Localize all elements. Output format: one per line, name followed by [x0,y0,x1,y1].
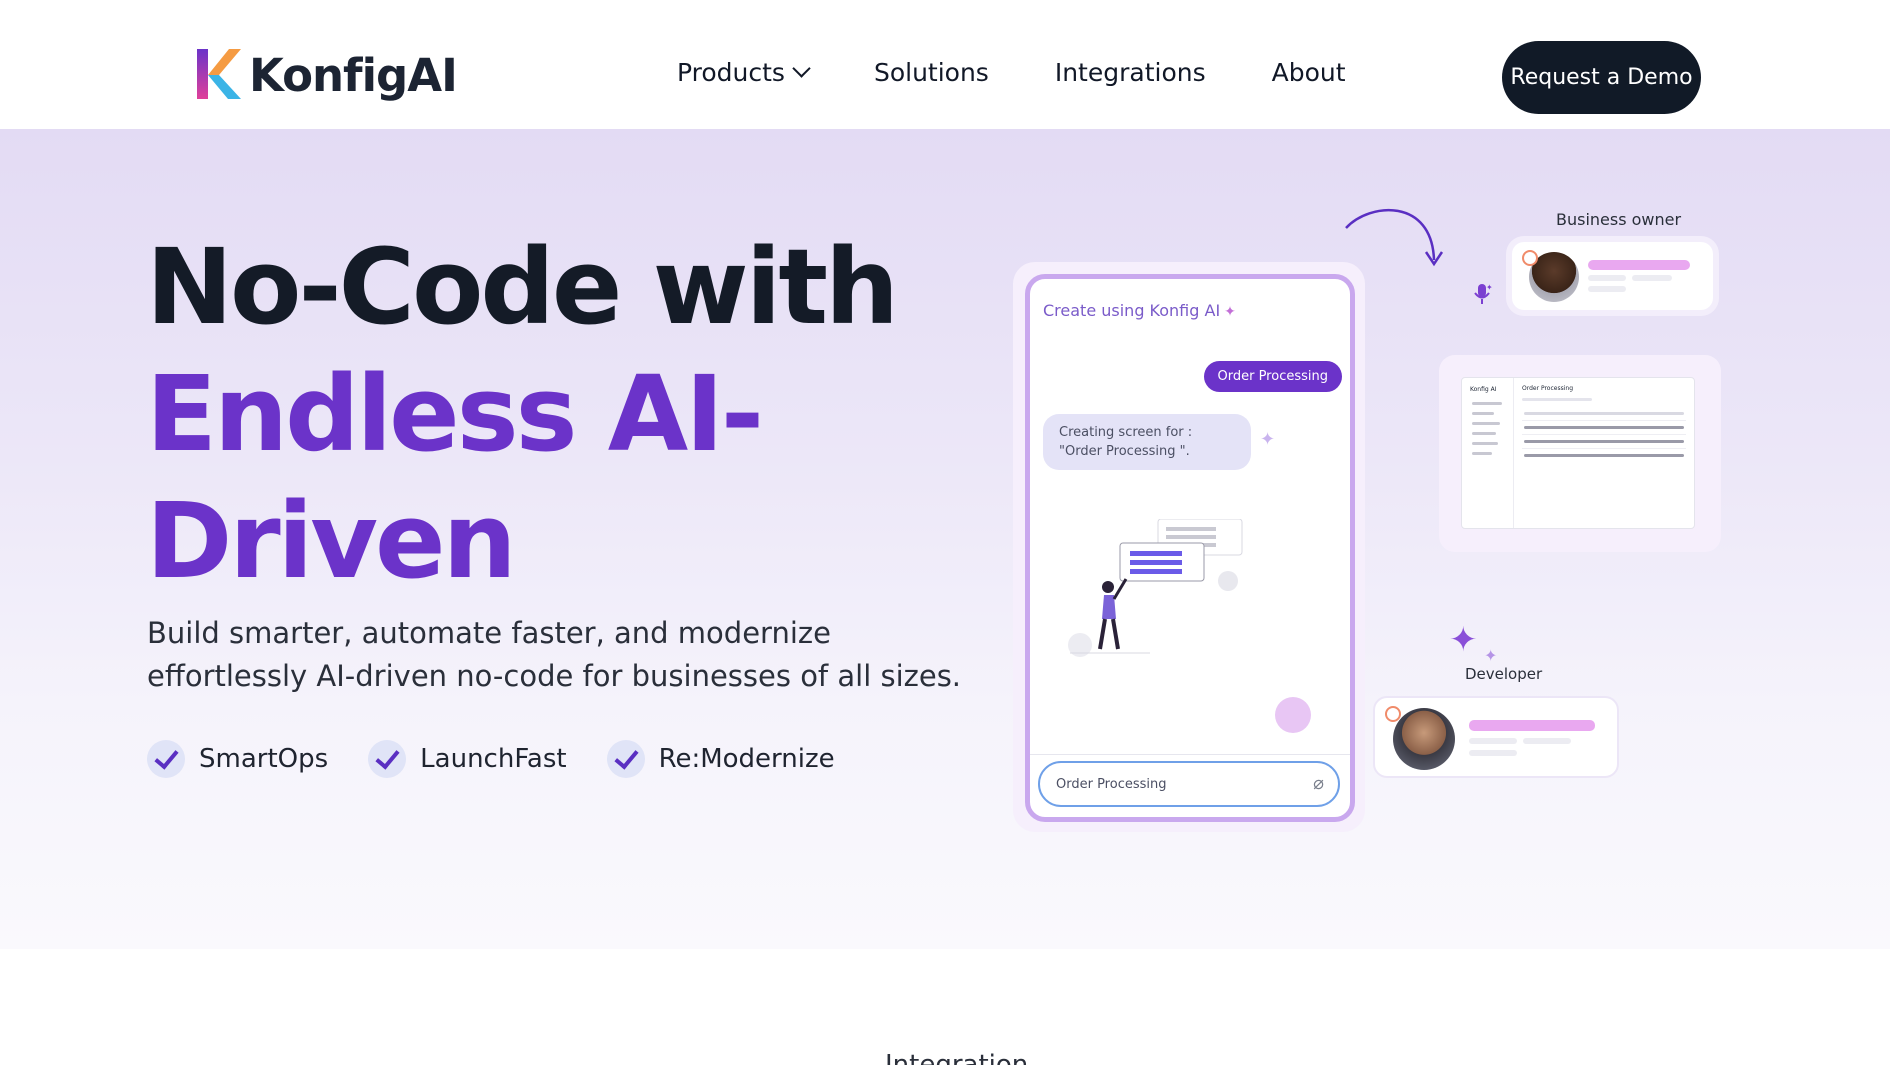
chat-input[interactable]: Order Processing ⌀ [1038,761,1340,807]
developer-label: Developer [1465,665,1543,683]
placeholder-bar [1469,720,1595,731]
feature-label: Re:Modernize [658,744,835,774]
feature-label: SmartOps [199,744,329,774]
chat-input-value: Order Processing [1056,776,1167,792]
chat-bot-message: Creating screen for : "Order Processing … [1043,414,1251,470]
mini-table-cells [1524,440,1684,443]
headline-line-1: No-Code with [146,226,899,348]
chevron-down-icon [792,59,811,78]
konfig-logo-icon [197,49,241,99]
feature-remodernize: Re:Modernize [606,740,835,778]
badge-icon [1385,706,1401,722]
nav-about-label: About [1271,58,1346,87]
sparkle-icon: ✦ [1449,621,1478,659]
feature-launchfast: LaunchFast [368,740,567,778]
mini-table-row [1522,434,1686,435]
divider [1030,754,1350,755]
placeholder-bar [1588,275,1626,281]
mini-nav-line [1472,442,1498,445]
placeholder-bar [1588,286,1626,292]
mini-nav-line [1472,432,1496,435]
main-nav: Products Solutions Integrations About [677,58,1346,87]
svg-text:✦: ✦ [1486,283,1492,292]
mini-table-row [1522,420,1686,421]
feature-list: SmartOps LaunchFast Re:Modernize [147,740,875,778]
brand-logo[interactable]: KonfigAI [195,47,458,103]
phone-title-text: Create using Konfig AI [1043,301,1221,320]
woman-presenting-illustration [1068,519,1243,657]
integration-section-label: Integration [885,1050,1029,1065]
mini-nav-line [1472,452,1492,455]
mini-table-cells [1524,426,1684,429]
phone-title: Create using Konfig AI ✦ [1043,301,1236,320]
mini-table-row [1522,448,1686,449]
paperclip-icon[interactable]: ⌀ [1313,773,1324,794]
mini-nav-line [1472,412,1494,415]
mini-table-cells [1524,454,1684,457]
sparkle-icon: ✦ [1224,304,1236,320]
nav-products[interactable]: Products [677,58,811,87]
mini-sidebar: Konfig AI [1462,378,1514,528]
developer-card [1373,696,1619,778]
sparkle-icon: ✦ [1260,429,1276,449]
mini-title: Order Processing [1522,385,1573,392]
nav-about[interactable]: About [1272,58,1346,87]
placeholder-bar [1469,738,1517,744]
check-icon [147,740,185,778]
sparkle-icon: ✦ [1484,648,1498,665]
feature-smartops: SmartOps [147,740,328,778]
mini-brand: Konfig AI [1470,386,1497,393]
chat-user-message: Order Processing [1203,361,1342,392]
mini-search [1522,398,1592,401]
brand-name: KonfigAI [249,48,458,102]
mini-header-row [1524,412,1684,415]
placeholder-bar [1632,275,1672,281]
badge-icon [1522,250,1538,266]
curved-arrow-icon [1345,209,1444,267]
developer-avatar [1393,708,1455,770]
feature-label: LaunchFast [420,744,567,774]
nav-solutions[interactable]: Solutions [874,58,989,87]
placeholder-bar [1523,738,1571,744]
hero-subtitle: Build smarter, automate faster, and mode… [147,616,962,693]
nav-integrations-label: Integrations [1054,58,1206,87]
check-icon [606,740,645,778]
nav-integrations[interactable]: Integrations [1055,58,1206,87]
microphone-icon: ✦ [1474,283,1492,304]
headline-line-3: Driven [146,480,517,602]
nav-solutions-label: Solutions [873,58,989,87]
dashboard-preview: Konfig AI Order Processing [1461,377,1695,529]
site-header: KonfigAI Products Solutions Integrations… [0,0,1890,129]
placeholder-bar [1469,750,1517,756]
phone-mockup: Create using Konfig AI ✦ Order Processing… [1025,274,1355,822]
placeholder-bar [1588,260,1690,270]
mini-nav-line [1472,402,1502,405]
request-demo-button[interactable]: Request a Demo [1502,41,1701,114]
chat-bubble-icon [1275,697,1311,733]
headline-line-2: Endless AI- [146,353,764,475]
business-owner-label: Business owner [1556,210,1682,229]
check-icon [368,740,407,778]
mini-nav-line [1472,422,1500,425]
hero-headline: No-Code with Endless AI- Driven [146,224,899,605]
business-owner-card [1512,242,1713,310]
nav-products-label: Products [677,58,785,87]
